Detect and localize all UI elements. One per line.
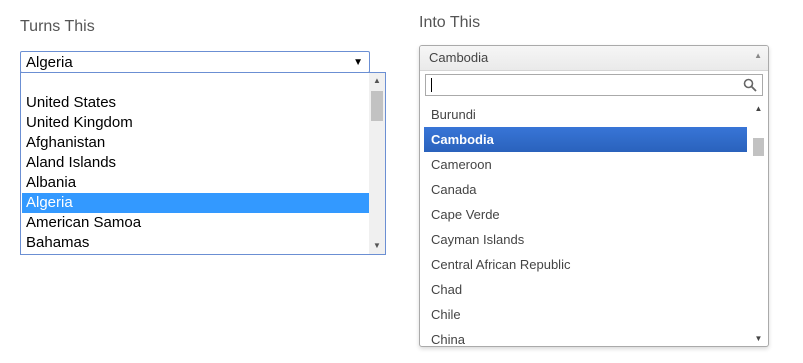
native-option[interactable]: United Kingdom [22, 113, 369, 133]
native-option[interactable]: American Samoa [22, 213, 369, 233]
enhanced-option[interactable]: Canada [424, 177, 747, 202]
enhanced-select-heading: Into This [419, 14, 481, 31]
native-select-value: Algeria [26, 54, 73, 71]
enhanced-option[interactable]: Chile [424, 302, 747, 327]
native-option[interactable]: Aland Islands [22, 153, 369, 173]
native-options-list[interactable]: United States United Kingdom Afghanistan Al… [20, 72, 386, 255]
native-option[interactable]: Bahamas [22, 233, 369, 253]
enhanced-option[interactable]: China [424, 327, 747, 346]
native-option[interactable]: Albania [22, 173, 369, 193]
enhanced-select-value: Cambodia [429, 50, 489, 65]
native-select-heading: Turns This [20, 18, 95, 35]
scroll-up-arrow-icon[interactable]: ▲ [369, 73, 385, 89]
enhanced-select-toggle[interactable]: Cambodia ▲ [420, 46, 768, 71]
search-icon [743, 78, 757, 92]
caret-down-icon: ▼ [353, 57, 363, 68]
enhanced-option[interactable]: Cayman Islands [424, 227, 747, 252]
search-input[interactable] [425, 74, 763, 96]
scroll-down-arrow-icon[interactable]: ▼ [369, 238, 385, 254]
scroll-up-arrow-icon[interactable]: ▲ [751, 102, 766, 116]
enhanced-option[interactable]: Cameroon [424, 152, 747, 177]
native-option[interactable] [22, 74, 369, 94]
enhanced-option[interactable]: Burundi [424, 102, 747, 127]
scroll-down-arrow-icon[interactable]: ▼ [751, 332, 766, 346]
enhanced-scrollbar-thumb[interactable] [753, 138, 764, 156]
enhanced-country-select[interactable]: Cambodia ▲ Burundi Cambodia Cameroon Canada… [419, 45, 769, 347]
native-option[interactable]: United States [22, 93, 369, 113]
enhanced-option[interactable]: Cambodia [424, 127, 747, 152]
native-country-select[interactable]: Algeria ▼ [20, 51, 370, 73]
caret-up-icon: ▲ [754, 51, 762, 60]
native-option[interactable]: Algeria [22, 193, 369, 213]
native-option[interactable]: Afghanistan [22, 133, 369, 153]
enhanced-options-list[interactable]: Burundi Cambodia Cameroon Canada Cape Verde C… [424, 102, 768, 346]
enhanced-option[interactable]: Chad [424, 277, 747, 302]
enhanced-option[interactable]: Central African Republic [424, 252, 747, 277]
native-scrollbar-thumb[interactable] [371, 91, 383, 121]
enhanced-list-scrollbar[interactable]: ▲ ▼ [751, 102, 766, 346]
enhanced-option[interactable]: Cape Verde [424, 202, 747, 227]
native-list-scrollbar[interactable]: ▲ ▼ [369, 73, 385, 254]
text-cursor [431, 78, 432, 92]
